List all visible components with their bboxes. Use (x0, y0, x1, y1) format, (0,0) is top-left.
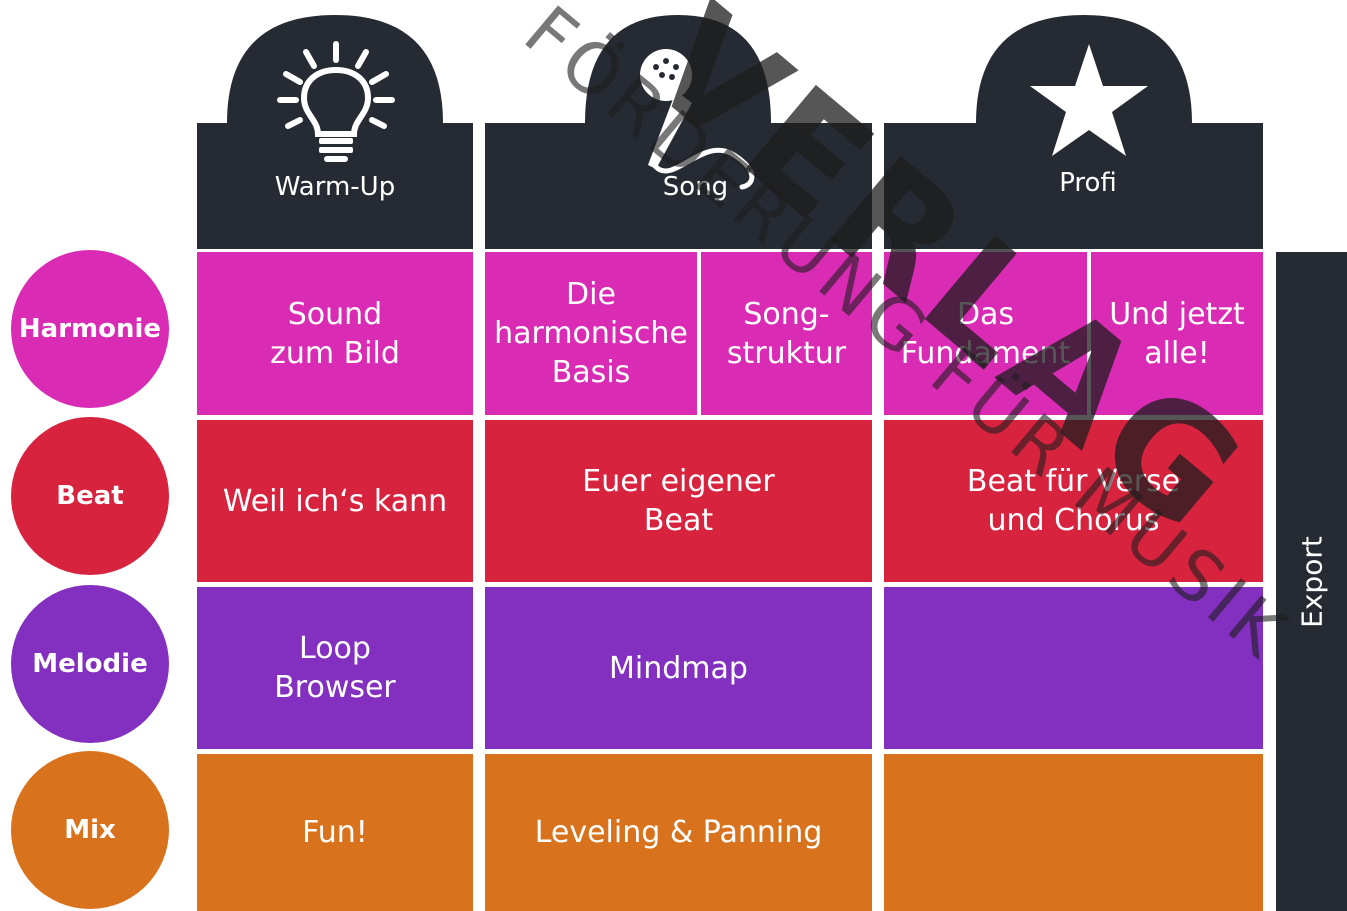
row-label-harmonie: Harmonie (11, 250, 169, 408)
cell-harmonie-song-basis: Die harmonische Basis (485, 252, 697, 415)
row-label-melodie: Melodie (11, 585, 169, 743)
export-label: Export (1295, 535, 1328, 628)
row-label-mix: Mix (11, 751, 169, 909)
cell-harmonie-warmup: Sound zum Bild (197, 252, 473, 415)
cell-beat-profi: Beat für Verse und Chorus (884, 420, 1263, 582)
cell-melodie-profi (884, 587, 1263, 749)
star-icon (1030, 44, 1148, 156)
cell-harmonie-profi-fundament: Das Fundament (884, 252, 1087, 415)
cell-mix-warmup: Fun! (197, 754, 473, 911)
cell-beat-warmup: Weil ich‘s kann (197, 420, 473, 582)
cell-melodie-song: Mindmap (485, 587, 872, 749)
cell-harmonie-profi-alle: Und jetzt alle! (1091, 252, 1263, 415)
column-label-warmup: Warm-Up (274, 172, 396, 202)
cell-mix-profi (884, 754, 1263, 911)
export-bar: Export (1276, 252, 1347, 911)
column-label-profi: Profi (1059, 168, 1117, 198)
column-label-song: Song (662, 172, 729, 202)
cell-melodie-warmup: Loop Browser (197, 587, 473, 749)
cell-beat-song: Euer eigener Beat (485, 420, 872, 582)
cell-mix-song: Leveling & Panning (485, 754, 872, 911)
row-label-beat: Beat (11, 417, 169, 575)
cell-harmonie-song-struktur: Song- struktur (701, 252, 872, 415)
lightbulb-icon (277, 41, 395, 162)
